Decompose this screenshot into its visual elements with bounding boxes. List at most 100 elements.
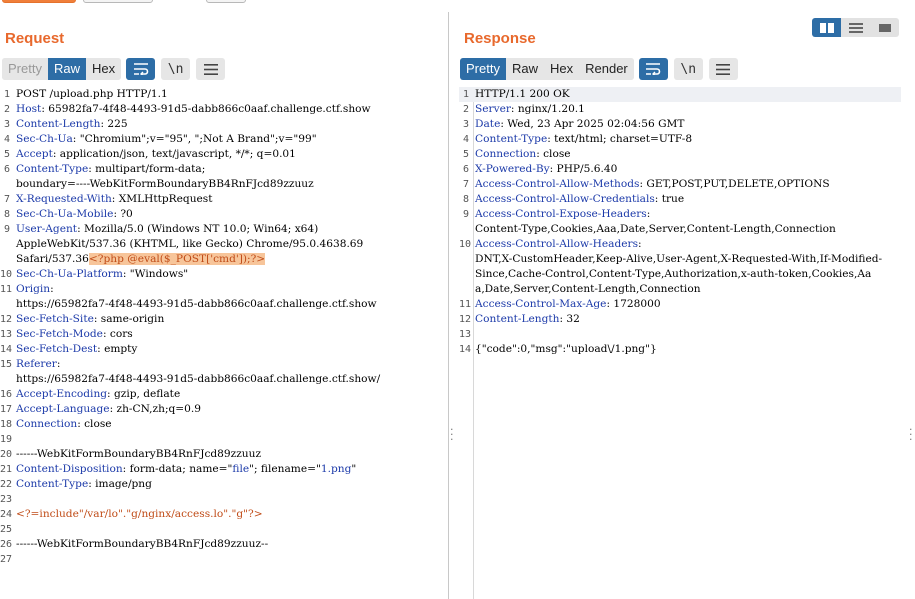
- line-text: : PHP/5.6.40: [549, 163, 618, 175]
- header-name: Content-Length: [16, 118, 101, 130]
- line-content: a,Date,Server,Content-Length,Connection: [475, 282, 899, 297]
- response-resize-grip-icon[interactable]: · · ·: [909, 424, 913, 445]
- line-text: Since,Cache-Control,Content-Type,Authori…: [475, 268, 872, 280]
- rows-icon: [848, 22, 863, 33]
- line-content: Accept-Encoding: gzip, deflate: [16, 387, 445, 402]
- code-line: AppleWebKit/537.36 (KHTML, like Gecko) C…: [0, 237, 447, 252]
- request-newline-toggle[interactable]: \n: [161, 58, 191, 80]
- line-text: : Mozilla/5.0 (Windows NT 10.0; Win64; x…: [77, 223, 319, 235]
- request-wrap-toggle[interactable]: [126, 58, 156, 80]
- request-menu-button[interactable]: [196, 58, 226, 80]
- response-editor[interactable]: 1 HTTP/1.1 200 OK 2 Server: nginx/1.20.1 3 Da…: [459, 87, 901, 357]
- line-content: POST /upload.php HTTP/1.1: [16, 87, 445, 102]
- line-content: Content-Type: multipart/form-data;: [16, 162, 445, 177]
- line-content: Access-Control-Allow-Methods: GET,POST,P…: [475, 177, 899, 192]
- code-line: 27: [0, 552, 447, 567]
- request-tab-hex[interactable]: Hex: [85, 58, 122, 80]
- hamburger-icon: [716, 63, 731, 75]
- code-line: 14 Sec-Fetch-Dest: empty: [0, 342, 447, 357]
- response-tab-raw[interactable]: Raw: [505, 58, 544, 80]
- code-line: 4 Sec-Ch-Ua: "Chromium";v="95", ";Not A B…: [0, 132, 447, 147]
- header-name: Access-Control-Allow-Credentials: [475, 193, 655, 205]
- layout-single-button[interactable]: [870, 18, 899, 37]
- request-resize-grip-icon[interactable]: · · ·: [450, 424, 454, 445]
- line-number: 8: [462, 194, 469, 205]
- line-content: boundary=----WebKitFormBoundaryBB4RnFJcd…: [16, 177, 445, 192]
- line-number: 10: [0, 269, 13, 280]
- response-tab-pretty[interactable]: Pretty: [460, 58, 506, 80]
- line-text: 1.png: [320, 463, 352, 475]
- code-line: 22 Content-Type: image/png: [0, 477, 447, 492]
- header-name: Sec-Fetch-Mode: [16, 328, 103, 340]
- line-number: 9: [3, 224, 10, 235]
- response-wrap-toggle[interactable]: [638, 58, 668, 80]
- line-text: HTTP/1.1 200 OK: [475, 88, 570, 100]
- code-line: 4 Content-Type: text/html; charset=UTF-8: [459, 132, 901, 147]
- request-toolbar: Pretty Raw Hex \n: [2, 58, 226, 80]
- line-number: 26: [0, 539, 13, 550]
- top-secondary-button[interactable]: [83, 0, 153, 3]
- line-content: Since,Cache-Control,Content-Type,Authori…: [475, 267, 899, 282]
- line-content: Host: 65982fa7-4f48-4493-91d5-dabb866c0a…: [16, 102, 445, 117]
- line-text: : XMLHttpRequest: [111, 193, 213, 205]
- header-name: Content-Type: [16, 478, 89, 490]
- line-content: Sec-Ch-Ua-Platform: "Windows": [16, 267, 445, 282]
- layout-side-by-side-button[interactable]: [812, 18, 841, 37]
- line-text: : 32: [559, 313, 580, 325]
- line-number: 1: [462, 89, 469, 100]
- request-tab-raw[interactable]: Raw: [47, 58, 86, 80]
- header-name: Access-Control-Expose-Headers: [475, 208, 647, 220]
- line-number: 5: [3, 149, 10, 160]
- header-name: Access-Control-Max-Age: [475, 298, 607, 310]
- line-text: : Wed, 23 Apr 2025 02:04:56 GMT: [500, 118, 685, 130]
- code-line: 19: [0, 432, 447, 447]
- code-line: https://65982fa7-4f48-4493-91d5-dabb866c…: [0, 297, 447, 312]
- line-text: :: [50, 283, 54, 295]
- line-content: Sec-Fetch-Site: same-origin: [16, 312, 445, 327]
- code-line: 9 User-Agent: Mozilla/5.0 (Windows NT 10.…: [0, 222, 447, 237]
- line-content: Access-Control-Allow-Headers:: [475, 237, 899, 252]
- code-line: DNT,X-CustomHeader,Keep-Alive,User-Agent…: [459, 252, 901, 267]
- response-newline-toggle[interactable]: \n: [673, 58, 703, 80]
- line-text: Safari/537.36: [16, 253, 89, 265]
- line-number: 17: [0, 404, 13, 415]
- header-name: Content-Type: [475, 133, 548, 145]
- newline-icon: \n: [680, 61, 697, 77]
- top-action-button[interactable]: [2, 0, 76, 3]
- header-name: Accept-Language: [16, 403, 110, 415]
- code-line: 15 Referer:: [0, 357, 447, 372]
- line-text: : GET,POST,PUT,DELETE,OPTIONS: [639, 178, 830, 190]
- pane-divider[interactable]: [448, 12, 449, 599]
- request-editor[interactable]: 1 POST /upload.php HTTP/1.1 2 Host: 65982fa…: [0, 87, 447, 567]
- code-line: Content-Type,Cookies,Aaa,Date,Server,Con…: [459, 222, 901, 237]
- line-text: : ?0: [113, 208, 133, 220]
- line-number: 14: [0, 344, 13, 355]
- code-line: 26 ------WebKitFormBoundaryBB4RnFJcd89zzu…: [0, 537, 447, 552]
- header-name: Date: [475, 118, 501, 130]
- response-tab-hex[interactable]: Hex: [543, 58, 580, 80]
- line-number: 18: [0, 419, 13, 430]
- newline-icon: \n: [167, 61, 184, 77]
- line-content: Access-Control-Max-Age: 1728000: [475, 297, 899, 312]
- wrap-lines-icon: [646, 63, 661, 75]
- header-name: Sec-Ch-Ua: [16, 133, 73, 145]
- line-text: : same-origin: [93, 313, 165, 325]
- line-text: : true: [654, 193, 685, 205]
- code-line: 12 Sec-Fetch-Site: same-origin: [0, 312, 447, 327]
- response-tab-render[interactable]: Render: [579, 58, 634, 80]
- line-text: boundary=----WebKitFormBoundaryBB4RnFJcd…: [16, 178, 314, 190]
- header-name: X-Requested-With: [16, 193, 112, 205]
- line-number: 6: [3, 164, 10, 175]
- request-tab-pretty[interactable]: Pretty: [2, 58, 48, 80]
- top-tertiary-button[interactable]: [206, 0, 246, 3]
- layout-horizontal-button[interactable]: [841, 18, 870, 37]
- code-line: 20 ------WebKitFormBoundaryBB4RnFJcd89zzu…: [0, 447, 447, 462]
- line-number: 3: [3, 119, 10, 130]
- line-number: 2: [462, 104, 469, 115]
- header-name: Content-Disposition: [16, 463, 123, 475]
- line-text: a,Date,Server,Content-Length,Connection: [475, 283, 701, 295]
- response-menu-button[interactable]: [708, 58, 738, 80]
- line-text: DNT,X-CustomHeader,Keep-Alive,User-Agent…: [475, 253, 883, 265]
- header-name: User-Agent: [16, 223, 78, 235]
- line-text: https://65982fa7-4f48-4493-91d5-dabb866c…: [16, 373, 381, 385]
